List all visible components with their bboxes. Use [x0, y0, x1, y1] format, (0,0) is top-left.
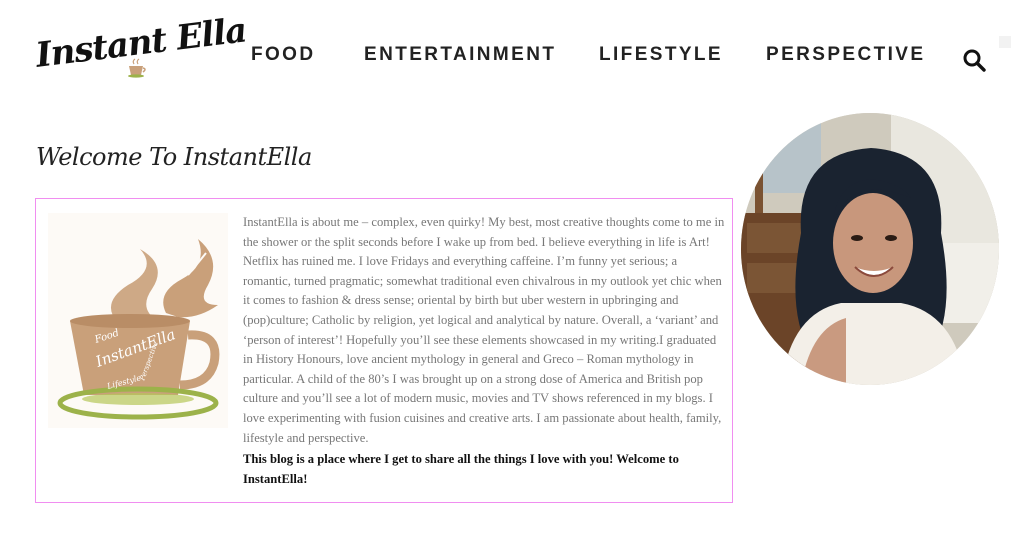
logo-cup-icon: [128, 58, 146, 78]
site-logo[interactable]: Instant Ella: [34, 10, 248, 90]
site-header: Instant Ella FOOD ENTERTAINMENT LIFESTYL…: [0, 0, 1024, 110]
nav-lifestyle[interactable]: LIFESTYLE: [599, 44, 723, 66]
nav-food[interactable]: FOOD: [251, 44, 316, 66]
about-card: Food InstantElla Perspective Lifestyle I…: [35, 198, 733, 503]
page-title: Welcome To InstantElla: [36, 143, 312, 171]
about-paragraph: InstantElla is about me – complex, even …: [243, 215, 725, 445]
scrollbar-corner: [999, 36, 1011, 48]
about-text: InstantElla is about me – complex, even …: [243, 213, 725, 489]
nav-entertainment[interactable]: ENTERTAINMENT: [364, 44, 556, 66]
search-icon: [963, 49, 986, 72]
nav-perspective[interactable]: PERSPECTIVE: [766, 44, 925, 66]
profile-portrait-image: [741, 113, 999, 385]
profile-photo: [741, 113, 999, 385]
search-button[interactable]: [962, 48, 988, 74]
about-closing: This blog is a place where I get to shar…: [243, 452, 679, 486]
coffee-cup-illustration: Food InstantElla Perspective Lifestyle: [48, 213, 228, 428]
